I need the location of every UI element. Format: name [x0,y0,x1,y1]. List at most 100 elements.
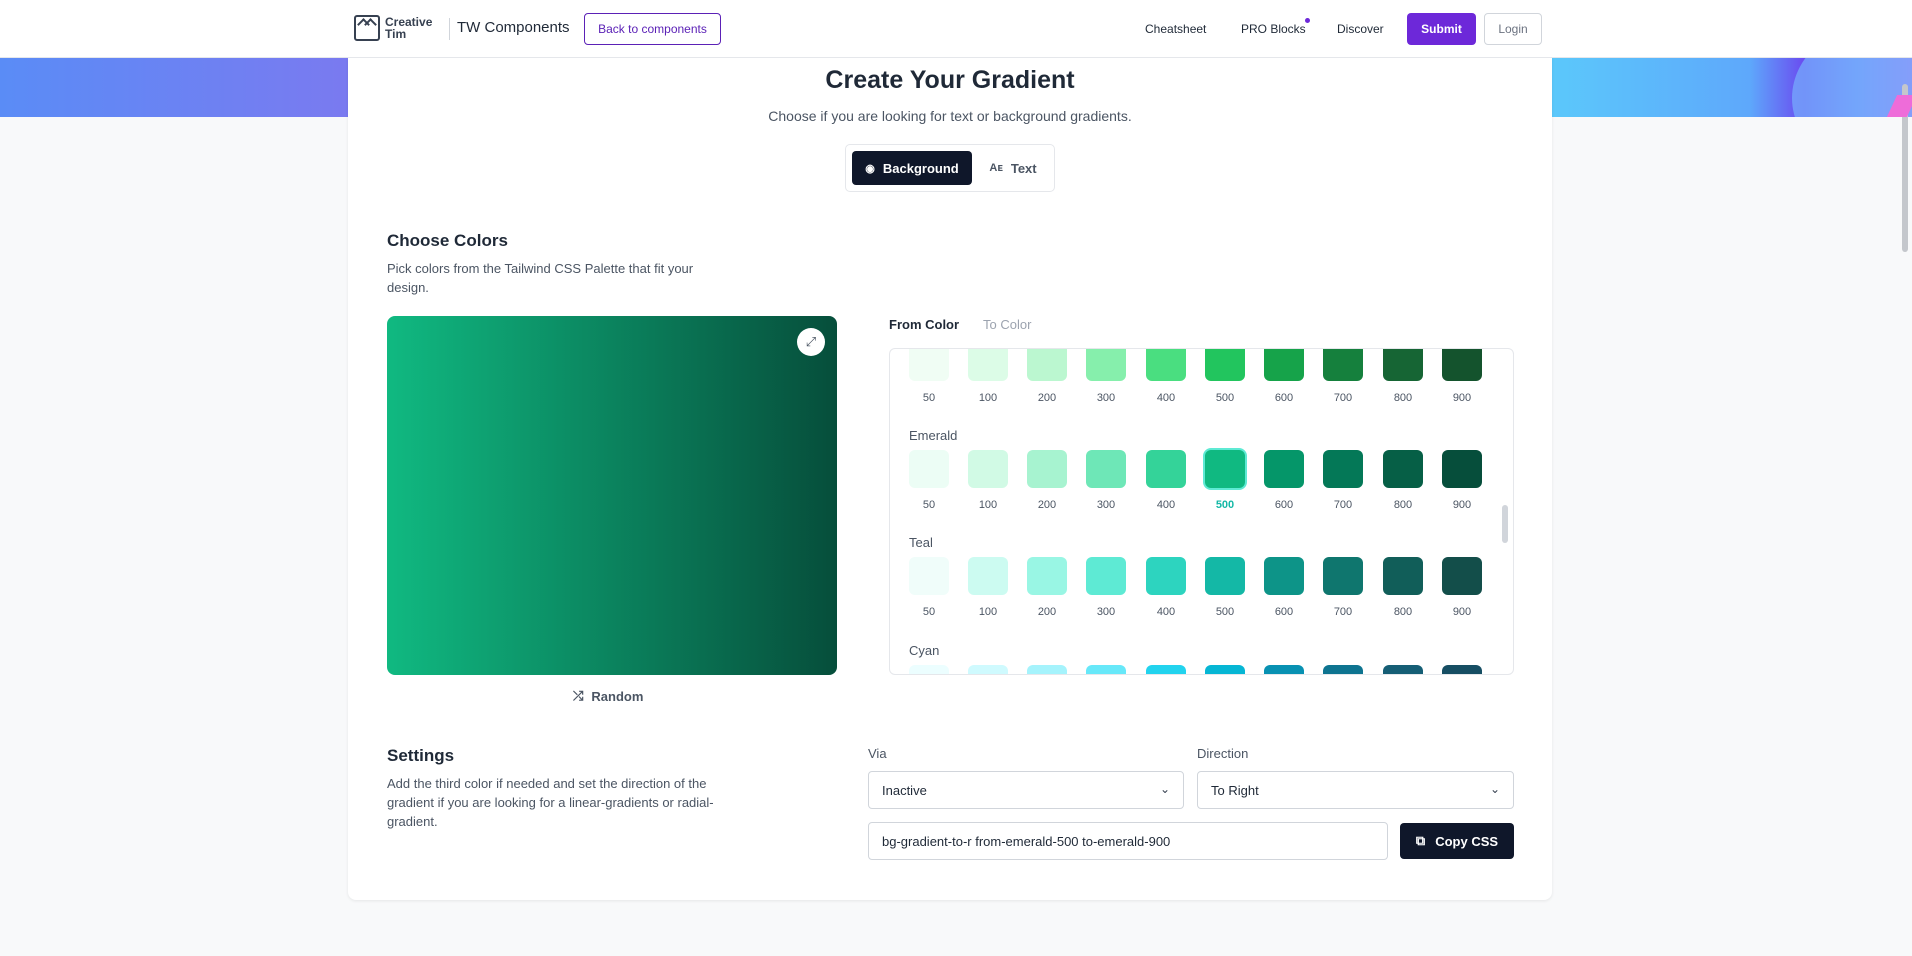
swatch-shade-label: 700 [1333,392,1353,404]
color-swatch-teal-300[interactable] [1086,557,1126,595]
via-select[interactable]: Inactive ⌄ [868,771,1184,809]
swatch-shade-label: 200 [1037,499,1057,511]
direction-select[interactable]: To Right ⌄ [1197,771,1514,809]
color-swatch-cyan-500[interactable] [1205,665,1245,674]
nav-divider [449,18,450,40]
color-swatch-emerald-600[interactable] [1264,450,1304,488]
color-swatch-teal-900[interactable] [1442,557,1482,595]
copy-css-label: Copy CSS [1435,833,1499,849]
color-swatch-teal-100[interactable] [968,557,1008,595]
palette-icon: ◉ [865,162,875,175]
palette-group-title-emerald: Emerald [909,428,958,443]
swatch-shade-label: 600 [1274,606,1294,618]
swatch-shade-label: 900 [1452,606,1472,618]
tailwind-class-output[interactable] [868,822,1388,860]
swatch-shade-label: 100 [978,606,998,618]
logo-text: Creative Tim [385,15,433,41]
color-swatch-teal-600[interactable] [1264,557,1304,595]
gradient-generator-card: Create Your Gradient Choose if you are l… [348,58,1552,900]
swatch-shade-label: 700 [1333,606,1353,618]
color-swatch-emerald-100[interactable] [968,450,1008,488]
color-swatch-teal-400[interactable] [1146,557,1186,595]
via-selected-value: Inactive [882,782,927,798]
login-button[interactable]: Login [1484,13,1542,45]
swatch-shade-label: 400 [1156,392,1176,404]
color-swatch-cyan-400[interactable] [1146,665,1186,674]
random-button[interactable]: ⤮ Random [573,687,643,705]
color-swatch-emerald-400[interactable] [1146,450,1186,488]
color-swatch-emerald-900[interactable] [1442,450,1482,488]
color-swatch-400[interactable] [1146,349,1186,381]
swatch-shade-label: 200 [1037,392,1057,404]
swatch-shade-label: 300 [1096,499,1116,511]
swatch-shade-label: 300 [1096,606,1116,618]
copy-icon: ⧉ [1415,833,1426,848]
color-swatch-emerald-300[interactable] [1086,450,1126,488]
color-swatch-cyan-100[interactable] [968,665,1008,674]
tab-to-color[interactable]: To Color [983,317,1031,332]
swatch-shade-label: 500 [1215,392,1235,404]
color-swatch-emerald-500[interactable] [1205,450,1245,488]
color-swatch-emerald-200[interactable] [1027,450,1067,488]
expand-icon: ⤢ [805,334,817,349]
palette-group-title-cyan: Cyan [909,643,940,658]
swatch-shade-label: 300 [1096,392,1116,404]
color-swatch-cyan-300[interactable] [1086,665,1126,674]
color-swatch-cyan-600[interactable] [1264,665,1304,674]
color-swatch-cyan-200[interactable] [1027,665,1067,674]
nav-link-cheatsheet[interactable]: Cheatsheet [1145,22,1206,36]
choose-colors-description: Pick colors from the Tailwind CSS Palett… [387,261,694,295]
color-swatch-cyan-50[interactable] [909,665,949,674]
swatch-shade-label: 500 [1215,499,1235,511]
color-swatch-900[interactable] [1442,349,1482,381]
color-swatch-emerald-50[interactable] [909,450,949,488]
back-to-components-button[interactable]: Back to components [584,13,721,45]
nav-link-pro-blocks[interactable]: PRO Blocks [1241,22,1306,36]
palette-scrollbar[interactable] [1502,505,1508,543]
color-swatch-cyan-700[interactable] [1323,665,1363,674]
color-palette: 50 100 200 300 400 500 600 700 800 900 Emerald 50 10… [889,348,1514,675]
tab-from-color[interactable]: From Color [889,317,959,332]
brand-title[interactable]: TW Components [457,19,570,36]
swatch-shade-label: 900 [1452,392,1472,404]
swatch-shade-label: 800 [1393,499,1413,511]
color-swatch-cyan-800[interactable] [1383,665,1423,674]
color-swatch-700[interactable] [1323,349,1363,381]
text-mode-label: Text [1010,160,1037,176]
expand-preview-button[interactable]: ⤢ [797,328,825,356]
color-swatch-emerald-800[interactable] [1383,450,1423,488]
shuffle-icon: ⤮ [573,688,584,703]
chevron-down-icon: ⌄ [1489,782,1500,796]
swatch-shade-label: 50 [922,499,936,511]
page-title: Create Your Gradient [825,66,1075,94]
color-swatch-teal-700[interactable] [1323,557,1363,595]
submit-button[interactable]: Submit [1407,13,1476,45]
copy-css-button[interactable]: ⧉ Copy CSS [1400,823,1514,859]
color-swatch-300[interactable] [1086,349,1126,381]
page-subtitle: Choose if you are looking for text or ba… [768,108,1132,124]
color-swatch-200[interactable] [1027,349,1067,381]
chevron-down-icon: ⌄ [1159,782,1170,796]
swatch-shade-label: 400 [1156,499,1176,511]
color-swatch-500[interactable] [1205,349,1245,381]
color-swatch-50[interactable] [909,349,949,381]
direction-label: Direction [1197,746,1249,761]
color-swatch-600[interactable] [1264,349,1304,381]
color-swatch-teal-200[interactable] [1027,557,1067,595]
nav-link-discover[interactable]: Discover [1337,22,1384,36]
swatch-shade-label: 50 [922,606,936,618]
color-swatch-cyan-900[interactable] [1442,665,1482,674]
color-swatch-teal-50[interactable] [909,557,949,595]
color-swatch-teal-500[interactable] [1205,557,1245,595]
pro-indicator-dot [1305,18,1310,23]
creative-tim-logo[interactable]: Creative Tim [354,15,439,41]
color-swatch-teal-800[interactable] [1383,557,1423,595]
color-swatch-800[interactable] [1383,349,1423,381]
background-mode-button[interactable]: ◉ Background [852,151,972,185]
color-swatch-emerald-700[interactable] [1323,450,1363,488]
palette-group-title-teal: Teal [909,535,933,550]
settings-title: Settings [387,746,455,765]
text-mode-button[interactable]: Aᴇ Text [976,151,1050,185]
gradient-mode-toggle: ◉ Background Aᴇ Text [845,144,1055,192]
color-swatch-100[interactable] [968,349,1008,381]
